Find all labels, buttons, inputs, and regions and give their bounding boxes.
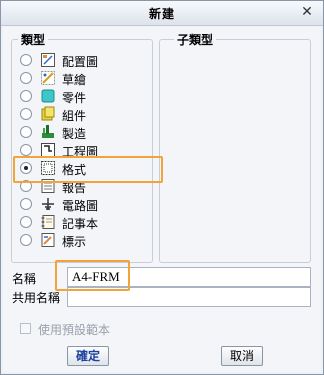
type-option-label: 配置圖 — [62, 55, 99, 69]
use-default-template-checkbox[interactable] — [20, 323, 31, 334]
type-option-label: 標示 — [62, 235, 87, 249]
new-dialog: 新建 ✕ 類型 配置圖 草繪 零件 組件 製造 工程圖 格式 報告 電路圖 記事… — [0, 0, 324, 375]
type-option-layout[interactable]: 配置圖 — [20, 52, 150, 70]
ok-button[interactable]: 確定 — [67, 346, 109, 366]
type-option-label: 記事本 — [62, 217, 99, 231]
type-option-assembly[interactable]: 組件 — [20, 106, 150, 124]
cancel-button[interactable]: 取消 — [221, 346, 263, 366]
radio-button[interactable] — [20, 108, 32, 120]
title-bar: 新建 ✕ — [1, 1, 323, 26]
common-name-label: 共用名稱 — [12, 291, 61, 305]
type-group-legend: 類型 — [18, 31, 49, 48]
layout-icon — [41, 53, 55, 67]
manufacturing-icon — [42, 125, 54, 138]
type-option-diagram[interactable]: 電路圖 — [20, 196, 150, 214]
subtype-group-legend: 子類型 — [174, 31, 217, 48]
name-label: 名稱 — [12, 272, 37, 286]
part-icon — [41, 89, 55, 103]
type-group: 類型 配置圖 草繪 零件 組件 製造 工程圖 格式 報告 電路圖 記事本 標示 — [11, 31, 153, 263]
dialog-title: 新建 — [148, 7, 175, 21]
radio-button[interactable] — [20, 54, 32, 66]
type-option-manufacturing[interactable]: 製造 — [20, 124, 150, 142]
radio-button[interactable] — [20, 144, 32, 156]
radio-button[interactable] — [20, 198, 32, 210]
close-icon[interactable]: ✕ — [299, 4, 315, 20]
sketch-icon — [41, 71, 55, 85]
type-option-label: 零件 — [62, 91, 87, 105]
radio-button[interactable] — [20, 126, 32, 138]
dialog-body: 類型 配置圖 草繪 零件 組件 製造 工程圖 格式 報告 電路圖 記事本 標示 … — [3, 27, 321, 372]
type-option-markup[interactable]: 標示 — [20, 232, 150, 250]
radio-button[interactable] — [20, 90, 32, 102]
type-option-sketch[interactable]: 草繪 — [20, 70, 150, 88]
type-option-label: 電路圖 — [62, 199, 99, 213]
assembly-icon — [41, 106, 55, 121]
subtype-group: 子類型 — [159, 31, 311, 263]
radio-button[interactable] — [20, 216, 32, 228]
markup-icon — [41, 233, 55, 247]
format-option-highlight — [13, 156, 163, 183]
diagram-icon — [42, 198, 54, 210]
name-input-highlight — [55, 260, 130, 291]
type-option-part[interactable]: 零件 — [20, 88, 150, 106]
notebook-icon — [41, 215, 55, 229]
type-option-label: 草繪 — [62, 73, 87, 87]
type-option-label: 組件 — [62, 109, 87, 123]
use-default-template-label: 使用預設範本 — [38, 323, 111, 337]
radio-button[interactable] — [20, 234, 32, 246]
radio-button[interactable] — [20, 72, 32, 84]
type-option-notebook[interactable]: 記事本 — [20, 214, 150, 232]
type-option-label: 製造 — [62, 127, 87, 141]
